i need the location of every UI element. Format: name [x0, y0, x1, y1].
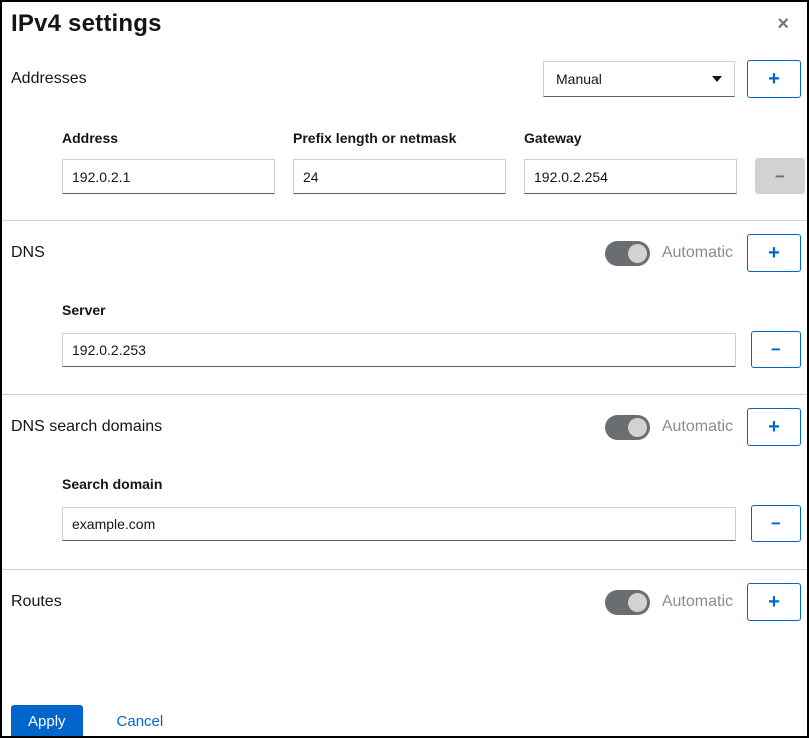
- close-icon[interactable]: ×: [767, 8, 801, 38]
- routes-label: Routes: [11, 593, 62, 610]
- toggle-knob-icon: [627, 592, 647, 612]
- dialog-footer: Apply Cancel: [11, 705, 801, 736]
- prefix-input[interactable]: [293, 159, 506, 194]
- apply-button[interactable]: Apply: [11, 705, 83, 736]
- address-fields-row: Address Prefix length or netmask Gateway…: [62, 130, 805, 194]
- addresses-section-header: Addresses Manual +: [11, 60, 801, 98]
- add-dns-server-button[interactable]: +: [747, 234, 801, 272]
- add-address-button[interactable]: +: [747, 60, 801, 98]
- ipv4-settings-dialog: IPv4 settings × Addresses Manual + Addre…: [0, 0, 809, 738]
- prefix-field-label: Prefix length or netmask: [293, 130, 457, 146]
- address-field-group: Address: [62, 130, 275, 194]
- dns-server-field-group: Server −: [62, 302, 801, 368]
- search-domain-field-label: Search domain: [62, 476, 163, 492]
- dns-search-section-header: DNS search domains Automatic +: [11, 408, 801, 446]
- search-domain-input[interactable]: [62, 506, 736, 541]
- addresses-method-select[interactable]: Manual: [543, 61, 735, 97]
- gateway-field-group: Gateway: [524, 130, 737, 194]
- addresses-method-value: Manual: [556, 71, 602, 87]
- remove-address-button[interactable]: −: [755, 158, 805, 194]
- dns-search-controls: Automatic +: [604, 408, 801, 446]
- routes-automatic-label: Automatic: [661, 593, 733, 610]
- gateway-input[interactable]: [524, 159, 737, 194]
- section-divider: [2, 394, 807, 395]
- toggle-knob-icon: [627, 417, 647, 437]
- caret-down-icon: [712, 76, 722, 82]
- toggle-knob-icon: [627, 243, 647, 263]
- routes-section-header: Routes Automatic +: [11, 583, 801, 621]
- routes-controls: Automatic +: [604, 583, 801, 621]
- routes-automatic-toggle[interactable]: [604, 589, 650, 615]
- cancel-button[interactable]: Cancel: [117, 713, 164, 730]
- server-field-label: Server: [62, 302, 106, 318]
- add-search-domain-button[interactable]: +: [747, 408, 801, 446]
- addresses-controls: Manual +: [543, 60, 801, 98]
- dns-label: DNS: [11, 244, 45, 261]
- gateway-field-label: Gateway: [524, 130, 582, 146]
- address-field-label: Address: [62, 130, 119, 146]
- dns-section-header: DNS Automatic +: [11, 234, 801, 272]
- address-input[interactable]: [62, 159, 275, 194]
- dns-server-input[interactable]: [62, 332, 736, 367]
- dns-server-row: −: [62, 331, 801, 368]
- remove-search-domain-button[interactable]: −: [751, 505, 801, 542]
- dialog-header: IPv4 settings ×: [11, 8, 801, 44]
- page-title: IPv4 settings: [11, 10, 162, 37]
- prefix-field-group: Prefix length or netmask: [293, 130, 506, 194]
- dns-search-automatic-toggle[interactable]: [604, 414, 650, 440]
- search-domain-field-group: Search domain −: [62, 476, 801, 542]
- add-route-button[interactable]: +: [747, 583, 801, 621]
- dns-search-automatic-label: Automatic: [661, 418, 733, 435]
- search-domain-row: −: [62, 505, 801, 542]
- section-divider: [2, 220, 807, 221]
- dns-automatic-toggle[interactable]: [604, 240, 650, 266]
- addresses-label: Addresses: [11, 70, 87, 87]
- section-divider: [2, 569, 807, 570]
- dns-search-label: DNS search domains: [11, 418, 163, 435]
- remove-dns-server-button[interactable]: −: [751, 331, 801, 368]
- dns-automatic-label: Automatic: [661, 244, 733, 261]
- dns-controls: Automatic +: [604, 234, 801, 272]
